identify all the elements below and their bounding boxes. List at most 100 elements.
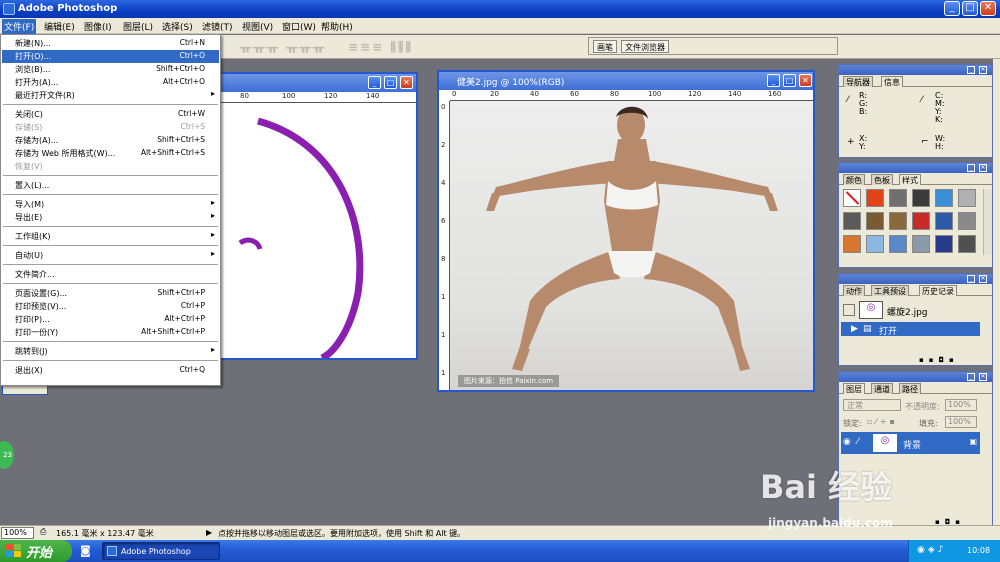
layer-row-background[interactable]: ◉ ⁄ ◎ 背景 ▣ [841,432,980,454]
file-menu-item[interactable]: 打开为(A)... Alt+Ctrl+O [2,76,219,89]
tab-paths[interactable]: 路径 [899,383,921,394]
style-swatch[interactable] [912,189,930,207]
style-swatch[interactable] [843,189,861,207]
doc-close-button[interactable]: ✕ [799,74,812,87]
menu-view[interactable]: 视图(V) [240,20,275,33]
file-menu-item[interactable]: 打开(O)... Ctrl+O [2,50,219,63]
menu-select[interactable]: 选择(S) [160,20,195,33]
panel-close-button[interactable]: ✕ [979,373,987,381]
panel-close-button[interactable]: ✕ [979,164,987,172]
style-swatch[interactable] [912,235,930,253]
eye-icon[interactable]: ◉ [843,437,851,447]
tab-file-browser[interactable]: 文件浏览器 [621,40,669,53]
fill-field[interactable]: 100% [945,416,977,428]
lock-icons[interactable]: ▫⁄+▪ [867,417,898,426]
panel-close-button[interactable]: ✕ [979,275,987,283]
tab-channels[interactable]: 通道 [871,383,893,394]
photo-canvas[interactable]: 图片来源：拍信 Paixin.com [450,101,813,390]
tab-tool-presets[interactable]: 工具预设 [871,285,909,296]
document-title-bar[interactable]: _ □ ✕ [218,74,416,92]
tab-swatches[interactable]: 色板 [871,174,893,185]
doc-close-button[interactable]: ✕ [400,76,413,89]
document-window-photo[interactable]: 健美2.jpg @ 100%(RGB) _ □ ✕ 0 20 40 60 80 … [437,70,815,392]
document-window-spiral[interactable]: _ □ ✕ 80 100 120 140 [216,72,418,360]
panel-title-bar[interactable]: _ ✕ [839,274,992,284]
tab-brushes[interactable]: 画笔 [593,40,617,53]
tray-icons[interactable]: ◉◈♪ [917,545,947,555]
quick-launch-icon[interactable]: ◙ [80,544,91,557]
tab-history[interactable]: 历史记录 [919,285,957,296]
file-menu-item[interactable]: 自动(U) ▸ [2,249,219,262]
close-button[interactable]: ✕ [980,1,996,16]
minimize-button[interactable]: _ [944,1,960,16]
panel-minimize-button[interactable]: _ [967,275,975,283]
history-footer-icons[interactable]: ▪▪◘▪ [919,356,959,364]
history-snapshot-row[interactable]: ◎ 螺旋2.jpg [843,300,979,320]
file-menu-item[interactable]: 打印(P)... Alt+Ctrl+P [2,313,219,326]
maximize-button[interactable]: □ [962,1,978,16]
style-swatch[interactable] [958,235,976,253]
tab-info[interactable]: 信息 [881,76,903,87]
doc-minimize-button[interactable]: _ [767,74,780,87]
doc-info-icon[interactable]: ⎙ [40,527,46,537]
panel-title-bar[interactable]: _ ✕ [839,163,992,173]
panel-minimize-button[interactable]: _ [967,373,975,381]
style-swatch[interactable] [889,189,907,207]
tab-styles[interactable]: 样式 [899,174,921,185]
brush-source-icon[interactable] [843,304,855,316]
style-swatch[interactable] [866,235,884,253]
panel-title-bar[interactable]: _ ✕ [839,65,992,75]
tab-actions[interactable]: 动作 [843,285,865,296]
spiral-canvas[interactable] [218,103,416,358]
tab-navigator[interactable]: 导航器 [843,76,873,87]
doc-minimize-button[interactable]: _ [368,76,381,89]
style-swatch[interactable] [866,189,884,207]
menu-filter[interactable]: 滤镜(T) [200,20,235,33]
menu-help[interactable]: 帮助(H) [319,20,355,33]
doc-maximize-button[interactable]: □ [384,76,397,89]
panel-minimize-button[interactable]: _ [967,164,975,172]
style-swatch[interactable] [866,212,884,230]
file-menu-item[interactable]: 导入(M) ▸ [2,198,219,211]
style-swatch[interactable] [935,212,953,230]
style-swatch[interactable] [843,212,861,230]
file-menu-item[interactable]: 跳转到(J) ▸ [2,345,219,358]
style-swatch[interactable] [958,189,976,207]
opacity-field[interactable]: 100% [945,399,977,411]
menu-window[interactable]: 窗口(W) [280,20,318,33]
style-swatch[interactable] [935,235,953,253]
tab-color[interactable]: 颜色 [843,174,865,185]
file-menu-item[interactable]: 恢复(V) [2,160,219,173]
file-menu-item[interactable]: 文件简介... [2,268,219,281]
panel-title-bar[interactable]: _ ✕ [839,372,992,382]
file-menu-item[interactable]: 置入(L)... [2,179,219,192]
start-button[interactable]: 开始 [0,540,72,562]
tab-layers[interactable]: 图层 [843,383,865,394]
style-swatch[interactable] [889,212,907,230]
menu-edit[interactable]: 编辑(E) [42,20,77,33]
menu-file[interactable]: 文件(F) [2,19,37,34]
file-menu-item[interactable]: 存储为 Web 所用格式(W)... Alt+Shift+Ctrl+S [2,147,219,160]
file-menu-item[interactable]: 浏览(B)... Shift+Ctrl+O [2,63,219,76]
document-title-bar[interactable]: 健美2.jpg @ 100%(RGB) _ □ ✕ [439,72,813,90]
file-menu-item[interactable]: 打印预览(V)... Ctrl+P [2,300,219,313]
file-menu-item[interactable]: 存储(S) Ctrl+S [2,121,219,134]
menu-layer[interactable]: 图层(L) [121,20,155,33]
styles-scrollbar[interactable] [983,189,992,255]
menu-image[interactable]: 图像(I) [82,20,114,33]
file-menu-item[interactable]: 关闭(C) Ctrl+W [2,108,219,121]
style-swatch[interactable] [912,212,930,230]
file-menu-item[interactable]: 工作组(K) ▸ [2,230,219,243]
zoom-field[interactable]: 100% [1,527,34,539]
style-swatch[interactable] [889,235,907,253]
file-menu-item[interactable]: 退出(X) Ctrl+Q [2,364,219,377]
panel-minimize-button[interactable]: _ [967,66,975,74]
style-swatch[interactable] [843,235,861,253]
style-swatch[interactable] [935,189,953,207]
doc-maximize-button[interactable]: □ [783,74,796,87]
file-menu-item[interactable]: 页面设置(G)... Shift+Ctrl+P [2,287,219,300]
file-menu-item[interactable]: 打印一份(Y) Alt+Shift+Ctrl+P [2,326,219,339]
panel-close-button[interactable]: ✕ [979,66,987,74]
style-swatch[interactable] [958,212,976,230]
file-menu-item[interactable]: 导出(E) ▸ [2,211,219,224]
